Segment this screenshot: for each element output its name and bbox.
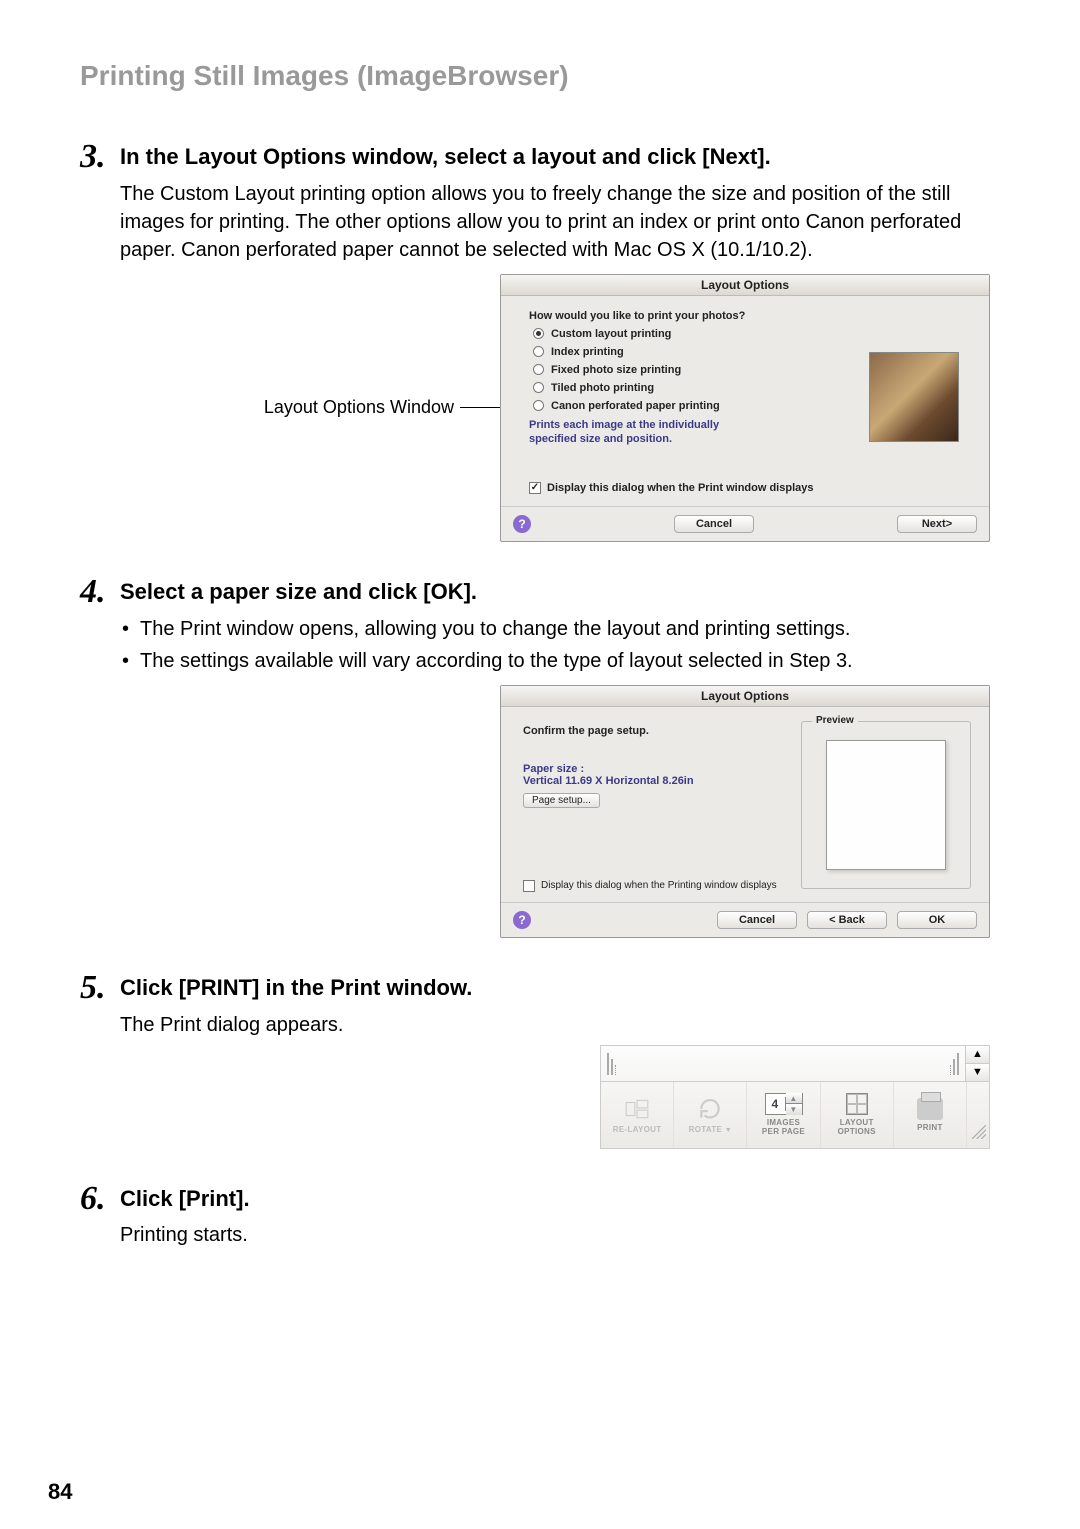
arrow-up-icon[interactable]: ▲ [966,1046,989,1064]
layout-options-button[interactable]: LAYOUTOPTIONS [821,1082,894,1148]
radio-icon [533,382,544,393]
preview-label: Preview [812,715,858,726]
step-5-body: The Print dialog appears. [120,1011,990,1039]
step-5-title: Click [PRINT] in the Print window. [120,973,990,1003]
arrow-down-icon[interactable]: ▼ [966,1064,989,1081]
page-number: 84 [48,1479,72,1505]
step-4-bullet-1: The Print window opens, allowing you to … [120,615,990,643]
help-button[interactable]: ? [513,911,531,929]
images-per-page-control[interactable]: 4 ▲ ▼ IMAGESPER PAGE [747,1082,820,1148]
rotate-icon [696,1096,724,1122]
preview-thumbnail [869,352,959,442]
print-button[interactable]: PRINT [894,1082,967,1148]
step-6: 6. Click [Print]. Printing starts. [80,1184,990,1250]
step-3-number: 3. [80,138,106,176]
step-6-body: Printing starts. [120,1221,990,1249]
step-6-number: 6. [80,1180,106,1218]
left-grip-icon [601,1046,623,1081]
stepper-up-icon[interactable]: ▲ [786,1093,802,1104]
checkbox-label: Display this dialog when the Print windo… [547,482,813,494]
radio-icon [533,346,544,357]
stepper-value: 4 [766,1097,786,1111]
scroll-arrows[interactable]: ▲ ▼ [965,1046,989,1081]
step-6-title: Click [Print]. [120,1184,990,1214]
checkbox-label: Display this dialog when the Printing wi… [541,880,777,891]
step-4-title: Select a paper size and click [OK]. [120,577,990,607]
checkbox-icon: ✓ [529,482,541,494]
radio-icon [533,364,544,375]
option-description: Prints each image at the individually sp… [529,418,759,447]
leader-line [460,407,500,408]
dialog-title: Layout Options [501,686,989,707]
next-button[interactable]: Next> [897,515,977,533]
radio-label: Canon perforated paper printing [551,400,720,412]
layout-options-dialog-2: Layout Options Confirm the page setup. P… [500,685,990,938]
radio-custom-layout[interactable]: Custom layout printing [533,328,969,340]
figure-label: Layout Options Window [264,397,454,418]
step-4: 4. Select a paper size and click [OK]. T… [80,577,990,938]
step-3-body: The Custom Layout printing option allows… [120,180,990,264]
radio-label: Tiled photo printing [551,382,654,394]
step-5: 5. Click [PRINT] in the Print window. Th… [80,973,990,1149]
dialog-question: How would you like to print your photos? [529,310,969,322]
cancel-button[interactable]: Cancel [717,911,797,929]
preview-page [826,740,946,870]
step-3-title: In the Layout Options window, select a l… [120,142,990,172]
back-button[interactable]: < Back [807,911,887,929]
images-per-page-label: IMAGESPER PAGE [762,1118,805,1136]
images-per-page-stepper[interactable]: 4 ▲ ▼ [765,1093,803,1115]
display-dialog-checkbox[interactable]: ✓ Display this dialog when the Print win… [529,482,969,494]
relayout-icon [623,1096,651,1122]
relayout-button[interactable]: RE-LAYOUT [601,1082,674,1148]
radio-label: Fixed photo size printing [551,364,681,376]
right-grip-icon [943,1046,965,1081]
rotate-label: ROTATE ▼ [689,1125,732,1134]
page-setup-button[interactable]: Page setup... [523,793,600,808]
cancel-button[interactable]: Cancel [674,515,754,533]
grid-icon [846,1093,868,1115]
print-window-toolbar: ▲ ▼ RE-LAYOUT ROTATE ▼ [600,1045,990,1149]
relayout-label: RE-LAYOUT [613,1125,662,1134]
step-4-bullet-2: The settings available will vary accordi… [120,647,990,675]
radio-label: Custom layout printing [551,328,671,340]
step-5-number: 5. [80,969,106,1007]
radio-icon [533,328,544,339]
step-4-number: 4. [80,573,106,611]
rotate-button[interactable]: ROTATE ▼ [674,1082,747,1148]
layout-options-dialog-1: Layout Options How would you like to pri… [500,274,990,543]
resize-handle[interactable] [967,1082,989,1142]
step-3: 3. In the Layout Options window, select … [80,142,990,542]
layout-options-label: LAYOUTOPTIONS [838,1118,876,1136]
dialog-title: Layout Options [501,275,989,296]
help-button[interactable]: ? [513,515,531,533]
radio-label: Index printing [551,346,624,358]
radio-icon [533,400,544,411]
stepper-down-icon[interactable]: ▼ [786,1104,802,1115]
printer-icon [917,1098,943,1120]
ok-button[interactable]: OK [897,911,977,929]
checkbox-icon [523,880,535,892]
section-title: Printing Still Images (ImageBrowser) [80,60,990,92]
print-label: PRINT [917,1123,943,1132]
preview-frame: Preview [801,721,971,889]
